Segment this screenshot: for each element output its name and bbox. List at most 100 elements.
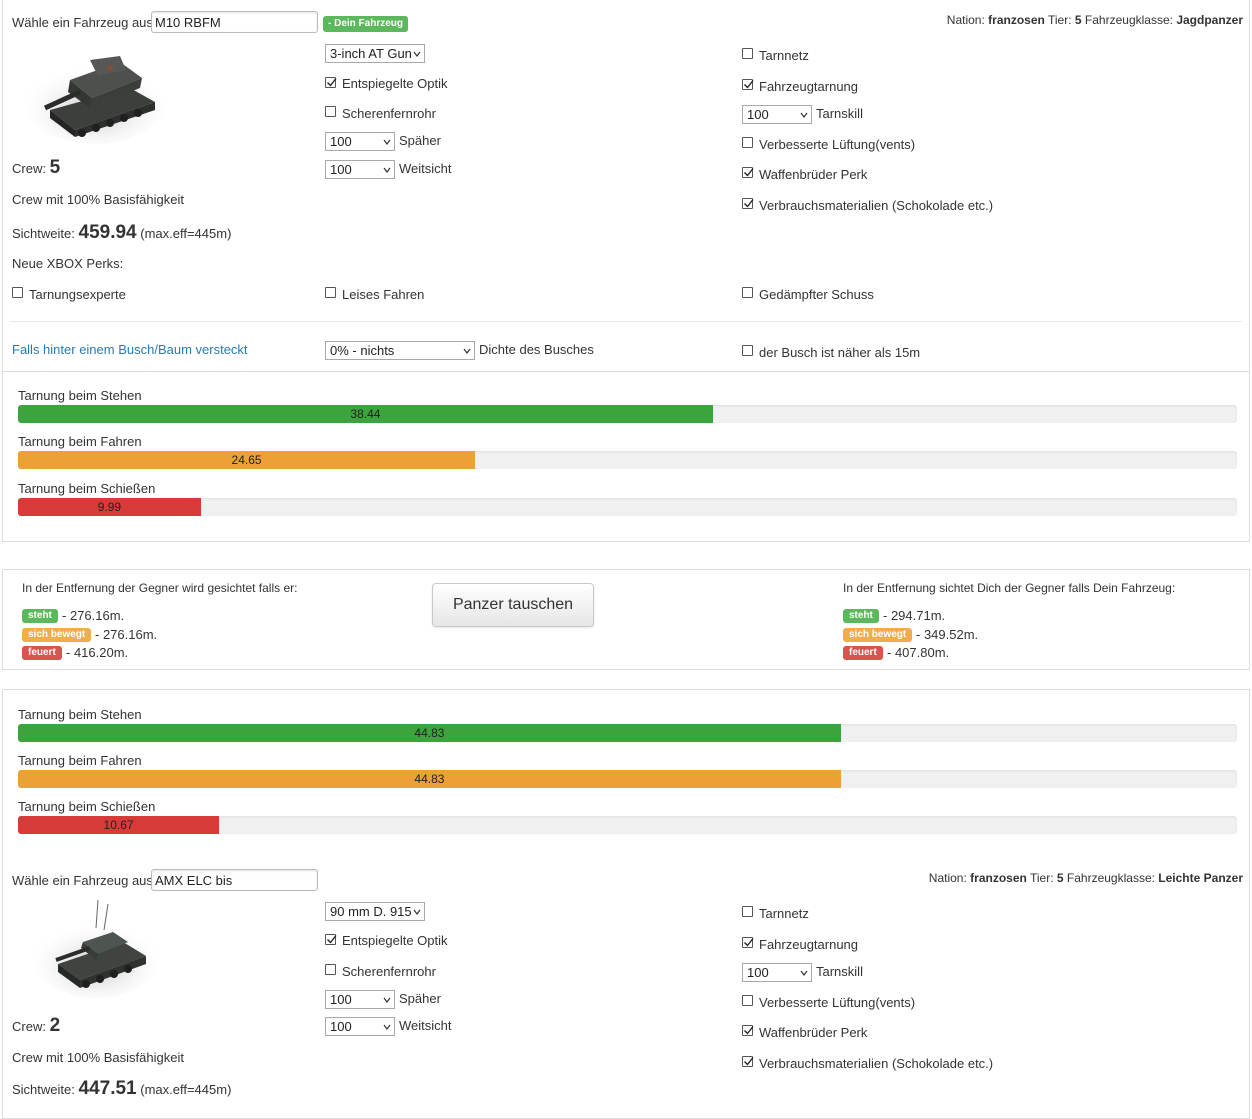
tier-label: Tier:	[1047, 13, 1072, 27]
periscope-checkbox[interactable]	[325, 964, 336, 975]
gun-select[interactable]: 90 mm D. 915	[325, 902, 425, 921]
xbox-perks-label: Neue XBOX Perks:	[12, 256, 124, 271]
consumables-checkbox[interactable]	[742, 1056, 754, 1067]
situational-select[interactable]: 100	[325, 160, 395, 179]
bush-density-select[interactable]: 0% - nichts	[325, 341, 475, 360]
view-range-max: (max.eff=445m)	[140, 1082, 232, 1097]
optics-label: Entspiegelte Optik	[342, 76, 448, 91]
camo-bar-fill: 10.67	[18, 816, 220, 834]
vehicle1-search-input[interactable]	[151, 11, 318, 33]
vents-checkbox[interactable]	[742, 995, 753, 1006]
class-value: Leichte Panzer	[1158, 871, 1243, 885]
recon-select[interactable]: 100	[325, 990, 395, 1009]
checkmark-icon	[744, 1026, 754, 1035]
vehicle2-info: Nation: franzosen Tier: 5 Fahrzeugklasse…	[929, 871, 1243, 885]
distance-value: - 416.20m.	[66, 645, 129, 660]
distance-value: - 276.16m.	[62, 608, 125, 623]
recon-label: Späher	[399, 991, 441, 1006]
bia-checkbox[interactable]	[742, 1025, 754, 1036]
camo-skill-value: 100	[747, 107, 769, 122]
camo-bar-fill: 9.99	[18, 498, 201, 516]
periscope-checkbox[interactable]	[325, 106, 336, 117]
vents-checkbox[interactable]	[742, 137, 753, 148]
camo-bar-label: Tarnung beim Fahren	[18, 434, 142, 449]
perk3-checkbox[interactable]	[742, 287, 753, 298]
your-vehicle-badge: - Dein Fahrzeug	[323, 16, 409, 32]
periscope-label: Scherenfernrohr	[342, 964, 436, 979]
perk3-label: Gedämpfter Schuss	[759, 287, 874, 302]
checkmark-icon	[744, 168, 754, 177]
bush-link[interactable]: Falls hinter einem Busch/Baum versteckt	[12, 342, 248, 357]
perk2-label: Leises Fahren	[342, 287, 425, 302]
camo-net-checkbox[interactable]	[742, 906, 753, 917]
camo-bar-label: Tarnung beim Schießen	[18, 481, 156, 496]
class-label: Fahrzeugklasse:	[1084, 13, 1173, 27]
crew-row: Crew: 2	[12, 1015, 60, 1037]
crew-desc: Crew mit 100% Basisfähigkeit	[12, 192, 184, 207]
checkmark-icon	[744, 938, 754, 947]
situational-value: 100	[330, 162, 352, 177]
tank-image	[32, 899, 160, 998]
chevron-down-icon	[383, 997, 391, 1003]
bush-density-value: 0% - nichts	[330, 343, 395, 358]
camo-skill-select[interactable]: 100	[742, 963, 812, 982]
crew-count: 2	[49, 1015, 61, 1036]
distance-value: - 276.16m.	[95, 627, 158, 642]
swap-tanks-button[interactable]: Panzer tauschen	[432, 583, 594, 627]
status-badge: sich bewegt	[843, 628, 913, 642]
vents-label: Verbesserte Lüftung(vents)	[759, 137, 916, 152]
camo-bar-track: 44.83	[18, 770, 1237, 788]
perk1-checkbox[interactable]	[12, 287, 23, 298]
vehicle2-search-input[interactable]	[151, 869, 318, 891]
camo-skill-select[interactable]: 100	[742, 105, 812, 124]
vehicle2-panel	[2, 689, 1250, 1119]
chevron-down-icon	[800, 970, 808, 976]
nation-label: Nation:	[928, 871, 967, 885]
camo-bar-fill: 38.44	[18, 405, 713, 423]
camo-bar-label: Tarnung beim Stehen	[18, 388, 142, 403]
checkmark-icon	[744, 199, 754, 208]
tank-image	[23, 56, 167, 144]
recon-label: Späher	[399, 133, 441, 148]
camo-bar-label: Tarnung beim Schießen	[18, 799, 156, 814]
consumables-checkbox[interactable]	[742, 198, 754, 209]
vehicle-camo-checkbox[interactable]	[742, 937, 754, 948]
recon-value: 100	[330, 134, 352, 149]
situational-select[interactable]: 100	[325, 1017, 395, 1036]
view-range-row: Sichtweite: 459.94 (max.eff=445m)	[12, 222, 231, 244]
tier-value: 5	[1074, 13, 1082, 27]
crew-desc: Crew mit 100% Basisfähigkeit	[12, 1050, 184, 1065]
gun-value: 3-inch AT Gun	[330, 46, 412, 61]
optics-checkbox[interactable]	[325, 77, 337, 88]
vehicle-camo-checkbox[interactable]	[742, 79, 754, 90]
distance-value: - 407.80m.	[887, 645, 950, 660]
consumables-label: Verbrauchsmaterialien (Schokolade etc.)	[759, 198, 994, 213]
you-spotted-title: In der Entfernung sichtet Dich der Gegne…	[843, 581, 1176, 595]
camo-bar-fill: 24.65	[18, 451, 476, 469]
chevron-down-icon	[383, 167, 391, 173]
camo-bar-fill: 44.83	[18, 770, 841, 788]
camo-bar-track: 44.83	[18, 724, 1237, 742]
checkmark-icon	[327, 935, 337, 944]
recon-select[interactable]: 100	[325, 132, 395, 151]
optics-checkbox[interactable]	[325, 934, 337, 945]
situational-label: Weitsicht	[399, 161, 452, 176]
crew-row: Crew: 5	[12, 157, 60, 179]
status-badge: sich bewegt	[22, 628, 92, 642]
tier-label: Tier:	[1029, 871, 1054, 885]
chevron-down-icon	[413, 909, 421, 915]
periscope-label: Scherenfernrohr	[342, 106, 436, 121]
bia-checkbox[interactable]	[742, 167, 754, 178]
chevron-down-icon	[800, 112, 808, 118]
gun-select[interactable]: 3-inch AT Gun	[325, 44, 425, 63]
distance-value: - 349.52m.	[916, 627, 979, 642]
checkmark-icon	[744, 80, 754, 89]
nation-value: franzosen	[970, 871, 1027, 885]
camo-net-checkbox[interactable]	[742, 48, 753, 59]
class-label: Fahrzeugklasse:	[1066, 871, 1155, 885]
perk2-checkbox[interactable]	[325, 287, 336, 298]
bush-near-checkbox[interactable]	[742, 345, 753, 356]
camo-skill-label: Tarnskill	[816, 106, 863, 121]
tier-value: 5	[1056, 871, 1064, 885]
camo-skill-value: 100	[747, 965, 769, 980]
